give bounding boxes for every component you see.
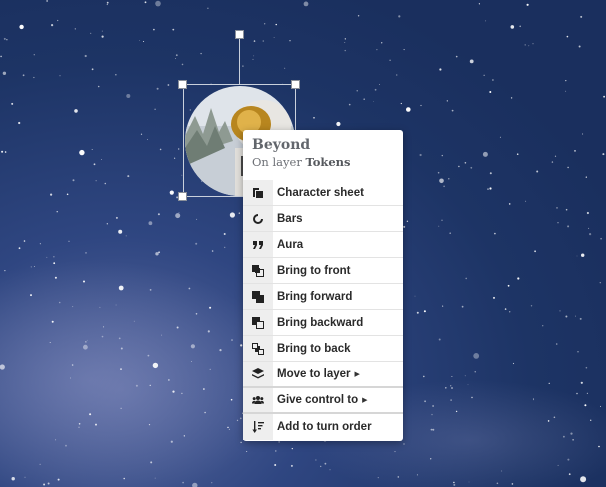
resize-handle-bottom-left[interactable] <box>178 192 187 201</box>
rotate-handle[interactable] <box>235 30 244 39</box>
bars-icon <box>243 206 273 231</box>
token-context-menu: Beyond On layer Tokens Character sheet B… <box>243 130 403 441</box>
character-sheet-icon <box>243 180 273 205</box>
token-name: Beyond <box>252 137 311 153</box>
bring-forward-icon <box>243 284 273 309</box>
menu-item-label: Bring forward <box>277 290 353 303</box>
users-icon <box>243 388 273 412</box>
bring-to-front-icon <box>243 258 273 283</box>
menu-item-bring-to-back[interactable]: Bring to back <box>243 336 403 362</box>
resize-handle-top-left[interactable] <box>178 80 187 89</box>
layer-prefix: On layer <box>252 155 302 169</box>
menu-item-bring-backward[interactable]: Bring backward <box>243 310 403 336</box>
menu-item-bars[interactable]: Bars <box>243 206 403 232</box>
menu-item-bring-forward[interactable]: Bring forward <box>243 284 403 310</box>
menu-item-label: Bring to back <box>277 342 351 355</box>
menu-item-label: Bring backward <box>277 316 364 329</box>
menu-item-bring-to-front[interactable]: Bring to front <box>243 258 403 284</box>
layer-name: Tokens <box>305 155 351 169</box>
menu-item-label: Bars <box>277 212 303 225</box>
menu-item-label: Aura <box>277 238 304 251</box>
menu-item-label: Character sheet <box>277 186 364 199</box>
layers-icon <box>243 362 273 386</box>
menu-item-add-to-turn-order[interactable]: Add to turn order <box>243 414 403 440</box>
menu-item-move-to-layer[interactable]: Move to layer ▶ <box>243 362 403 388</box>
token-layer-info: On layer Tokens <box>252 155 394 170</box>
rotation-line <box>239 38 240 84</box>
menu-item-label: Move to layer <box>277 368 351 380</box>
resize-handle-top-right[interactable] <box>291 80 300 89</box>
bring-backward-icon <box>243 310 273 335</box>
sort-icon <box>243 414 273 440</box>
bring-to-back-icon <box>243 336 273 361</box>
menu-item-label: Add to turn order <box>277 421 372 433</box>
submenu-caret-icon: ▶ <box>354 371 360 378</box>
menu-list: Character sheet Bars Aura Bring to front… <box>243 180 403 440</box>
submenu-caret-icon: ▶ <box>362 397 368 404</box>
aura-icon <box>243 232 273 257</box>
menu-item-label: Bring to front <box>277 264 351 277</box>
menu-item-label: Give control to <box>277 394 359 406</box>
menu-header: Beyond On layer Tokens <box>243 130 403 180</box>
menu-item-aura[interactable]: Aura <box>243 232 403 258</box>
menu-item-character-sheet[interactable]: Character sheet <box>243 180 403 206</box>
menu-item-give-control-to[interactable]: Give control to ▶ <box>243 388 403 414</box>
